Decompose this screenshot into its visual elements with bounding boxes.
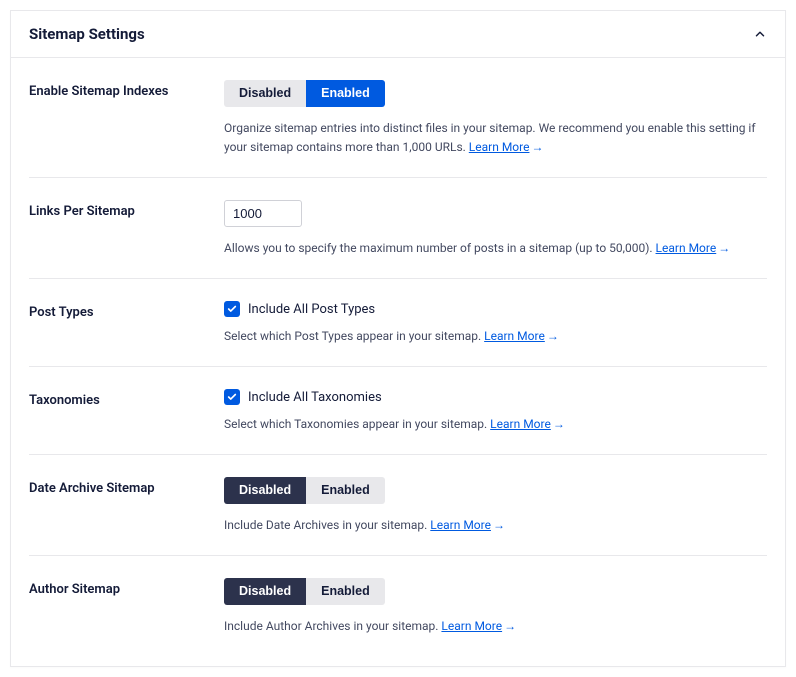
row-links-per-sitemap: Links Per Sitemap Allows you to specify …: [29, 178, 767, 279]
learn-more-link[interactable]: Learn More: [490, 417, 551, 431]
help-text: Include Author Archives in your sitemap.…: [224, 617, 767, 636]
toggle-enabled-button[interactable]: Enabled: [306, 477, 385, 504]
help-text: Organize sitemap entries into distinct f…: [224, 119, 767, 157]
toggle-enabled-button[interactable]: Enabled: [306, 80, 385, 107]
include-all-taxonomies-checkbox[interactable]: [224, 389, 240, 405]
arrow-right-icon: →: [504, 619, 516, 633]
toggle-disabled-button[interactable]: Disabled: [224, 477, 306, 504]
learn-more-link[interactable]: Learn More: [430, 518, 491, 532]
learn-more-link[interactable]: Learn More: [469, 140, 530, 154]
help-text-content: Select which Post Types appear in your s…: [224, 329, 484, 343]
chevron-up-icon: [753, 27, 767, 41]
row-content: Disabled Enabled Include Author Archives…: [224, 578, 767, 636]
card-title: Sitemap Settings: [29, 25, 145, 43]
toggle-enabled-button[interactable]: Enabled: [306, 578, 385, 605]
row-author-sitemap: Author Sitemap Disabled Enabled Include …: [29, 556, 767, 656]
row-label: Author Sitemap: [29, 578, 224, 597]
learn-more-link[interactable]: Learn More: [484, 329, 545, 343]
row-content: Include All Post Types Select which Post…: [224, 301, 767, 346]
toggle-disabled-button[interactable]: Disabled: [224, 80, 306, 107]
help-text-content: Select which Taxonomies appear in your s…: [224, 417, 490, 431]
arrow-right-icon: →: [531, 140, 543, 154]
checkbox-label: Include All Post Types: [248, 302, 375, 317]
row-taxonomies: Taxonomies Include All Taxonomies Select…: [29, 367, 767, 455]
row-content: Disabled Enabled Organize sitemap entrie…: [224, 80, 767, 157]
arrow-right-icon: →: [547, 329, 559, 343]
row-content: Include All Taxonomies Select which Taxo…: [224, 389, 767, 434]
row-label: Enable Sitemap Indexes: [29, 80, 224, 99]
sitemap-settings-card: Sitemap Settings Enable Sitemap Indexes …: [10, 10, 786, 667]
row-post-types: Post Types Include All Post Types Select…: [29, 279, 767, 367]
help-text: Select which Taxonomies appear in your s…: [224, 415, 767, 434]
help-text: Select which Post Types appear in your s…: [224, 327, 767, 346]
row-label: Taxonomies: [29, 389, 224, 408]
learn-more-link[interactable]: Learn More: [656, 241, 717, 255]
row-enable-sitemap-indexes: Enable Sitemap Indexes Disabled Enabled …: [29, 58, 767, 178]
arrow-right-icon: →: [718, 241, 730, 255]
help-text: Allows you to specify the maximum number…: [224, 239, 767, 258]
help-text-content: Allows you to specify the maximum number…: [224, 241, 656, 255]
card-header[interactable]: Sitemap Settings: [11, 11, 785, 58]
row-label: Date Archive Sitemap: [29, 477, 224, 496]
checkbox-row: Include All Taxonomies: [224, 389, 767, 405]
help-text: Include Date Archives in your sitemap. L…: [224, 516, 767, 535]
row-label: Links Per Sitemap: [29, 200, 224, 219]
toggle-group: Disabled Enabled: [224, 477, 385, 504]
help-text-content: Include Date Archives in your sitemap.: [224, 518, 430, 532]
toggle-disabled-button[interactable]: Disabled: [224, 578, 306, 605]
row-date-archive-sitemap: Date Archive Sitemap Disabled Enabled In…: [29, 455, 767, 556]
toggle-group: Disabled Enabled: [224, 80, 385, 107]
checkbox-label: Include All Taxonomies: [248, 390, 382, 405]
arrow-right-icon: →: [553, 417, 565, 431]
row-content: Disabled Enabled Include Date Archives i…: [224, 477, 767, 535]
checkbox-row: Include All Post Types: [224, 301, 767, 317]
toggle-group: Disabled Enabled: [224, 578, 385, 605]
card-body: Enable Sitemap Indexes Disabled Enabled …: [11, 58, 785, 666]
help-text-content: Include Author Archives in your sitemap.: [224, 619, 441, 633]
include-all-post-types-checkbox[interactable]: [224, 301, 240, 317]
row-content: Allows you to specify the maximum number…: [224, 200, 767, 258]
learn-more-link[interactable]: Learn More: [441, 619, 502, 633]
links-per-sitemap-input[interactable]: [224, 200, 302, 227]
arrow-right-icon: →: [493, 518, 505, 532]
row-label: Post Types: [29, 301, 224, 320]
